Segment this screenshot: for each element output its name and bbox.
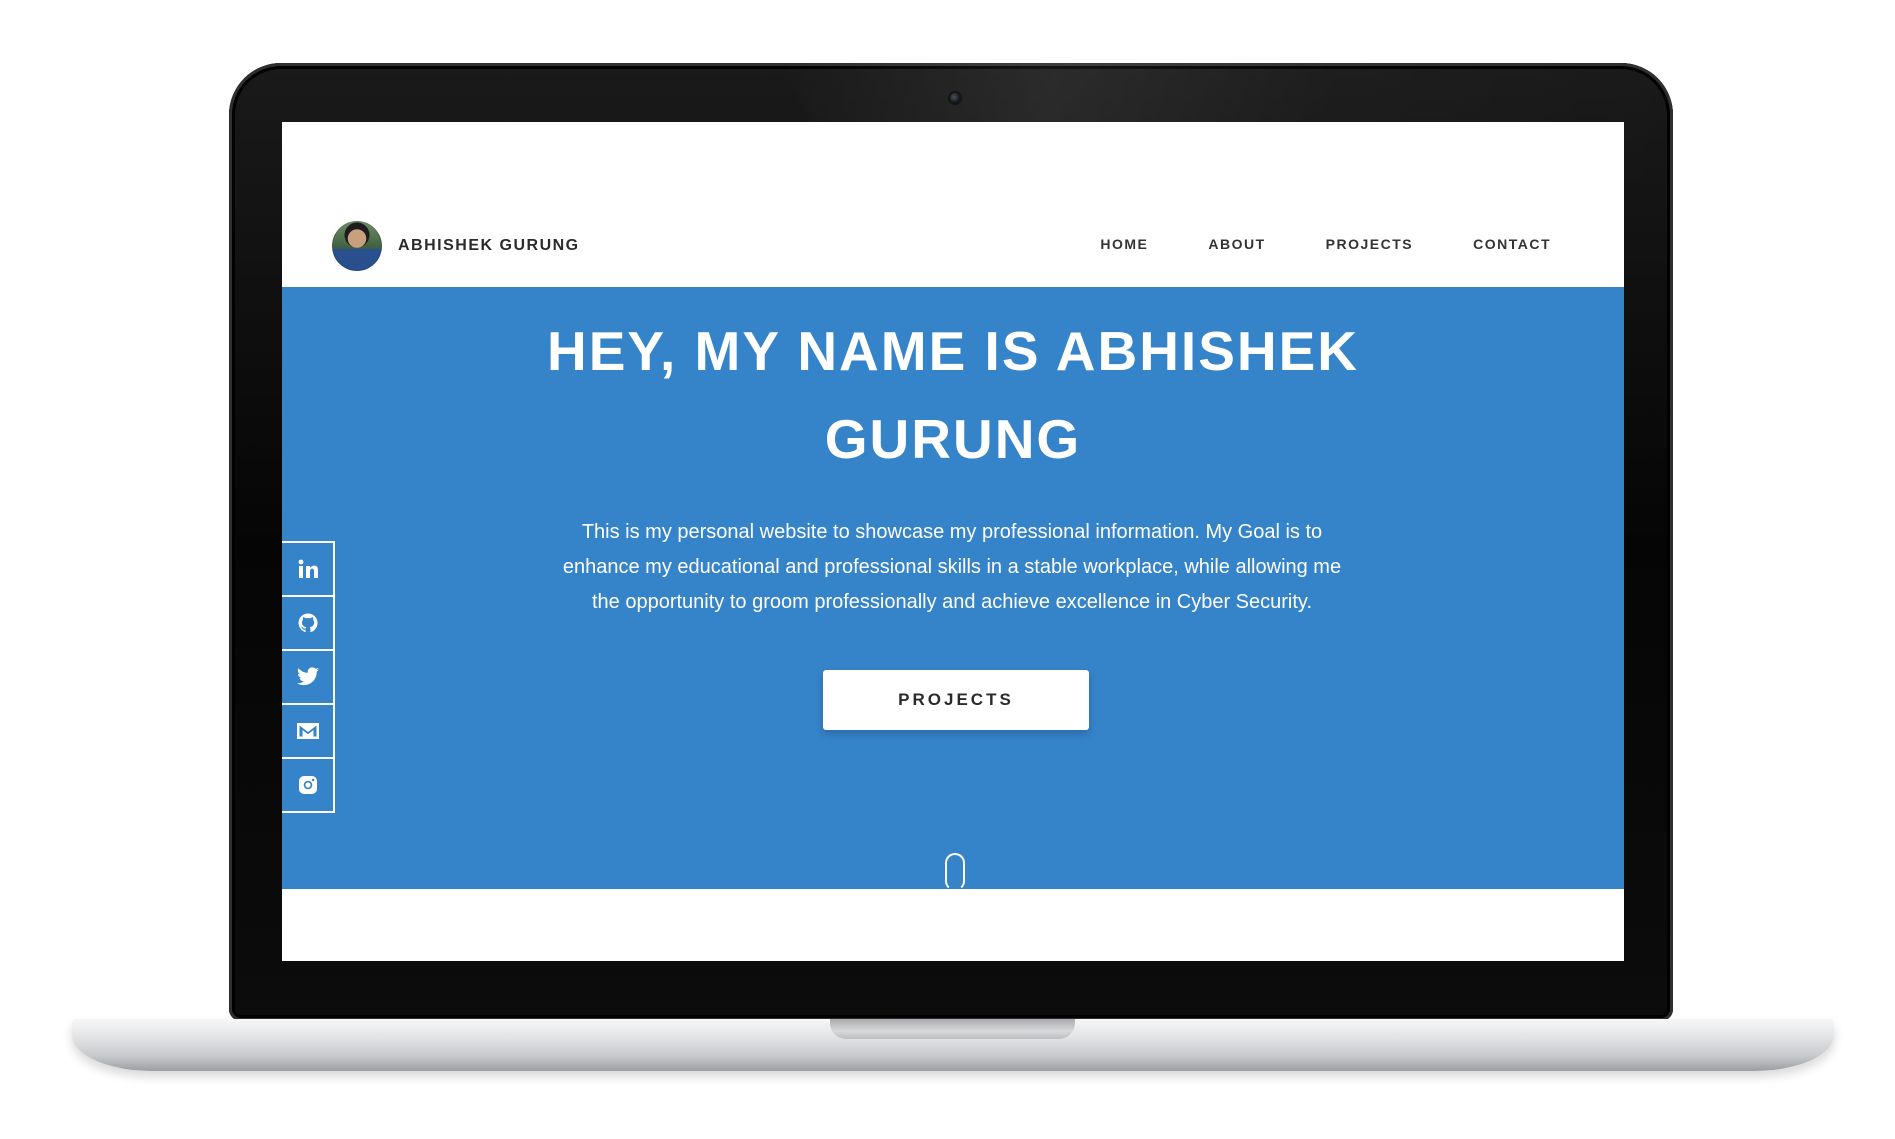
navbar: ABHISHEK GURUNG HOME ABOUT PROJECTS CONT… xyxy=(282,122,1624,287)
next-section xyxy=(282,889,1624,961)
nav-link-contact[interactable]: CONTACT xyxy=(1473,236,1551,252)
social-sidebar xyxy=(282,541,335,813)
website-screen: ABHISHEK GURUNG HOME ABOUT PROJECTS CONT… xyxy=(282,122,1624,961)
github-icon xyxy=(298,613,318,633)
twitter-icon xyxy=(296,667,319,686)
github-link[interactable] xyxy=(282,595,335,651)
mail-icon xyxy=(296,723,319,739)
brand-name[interactable]: ABHISHEK GURUNG xyxy=(398,237,580,255)
nav-link-about[interactable]: ABOUT xyxy=(1208,236,1265,252)
nav-link-home[interactable]: HOME xyxy=(1100,236,1148,252)
instagram-icon xyxy=(298,776,317,794)
linkedin-icon xyxy=(298,559,318,578)
hero-section: HEY, MY NAME IS ABHISHEK GURUNG This is m… xyxy=(282,287,1624,891)
avatar xyxy=(332,221,382,271)
mail-link[interactable] xyxy=(282,703,335,759)
twitter-link[interactable] xyxy=(282,649,335,705)
brand[interactable]: ABHISHEK GURUNG xyxy=(332,221,580,271)
laptop-notch xyxy=(830,1019,1075,1039)
scroll-down-icon[interactable] xyxy=(945,853,965,891)
hero-description: This is my personal website to showcase … xyxy=(562,521,1342,613)
laptop-mockup: ABHISHEK GURUNG HOME ABOUT PROJECTS CONT… xyxy=(0,0,1895,1139)
webcam-icon xyxy=(950,93,960,103)
nav-link-projects[interactable]: PROJECTS xyxy=(1326,236,1413,252)
hero-title-line1: HEY, MY NAME IS ABHISHEK xyxy=(546,320,1359,382)
instagram-link[interactable] xyxy=(282,757,335,813)
projects-button[interactable]: PROJECTS xyxy=(823,670,1089,730)
hero-title-line2: GURUNG xyxy=(824,408,1082,470)
linkedin-link[interactable] xyxy=(282,541,335,597)
hero-title: HEY, MY NAME IS ABHISHEK GURUNG xyxy=(503,307,1403,483)
nav-links: HOME ABOUT PROJECTS CONTACT xyxy=(1100,236,1551,252)
